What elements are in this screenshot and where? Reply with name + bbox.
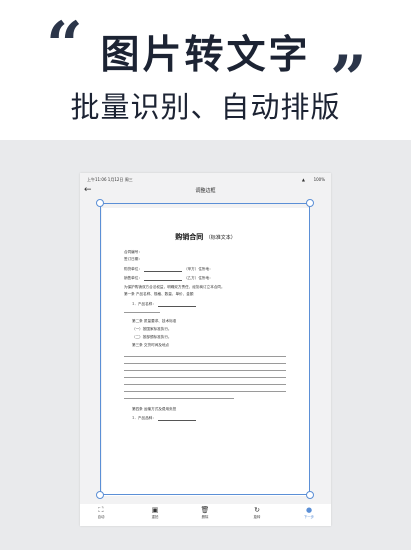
status-time: 上午11:06 1月12日 周三 [87,177,133,182]
tablet-screen: 上午11:06 1月12日 周三 ▲ 100% ← 调整边框 购销合同 （标准文… [80,173,331,526]
rotate-icon: ↻ [254,506,260,514]
crop-handle-bottom-left[interactable] [96,491,104,499]
bottom-toolbar: ⛶ 自动 ▣ 重拍 🗑 删除 ↻ 旋转 ● 下一步 [80,504,331,526]
auto-label: 自动 [97,515,105,519]
promo-banner: “ 图片转文字 ” 批量识别、自动排版 [0,0,411,140]
next-button[interactable]: ● 下一步 [294,506,324,520]
delete-button[interactable]: 🗑 删除 [190,506,220,520]
retake-button[interactable]: ▣ 重拍 [140,506,170,520]
camera-icon: ▣ [151,506,159,514]
nav-bar: ← 调整边框 [80,184,331,200]
retake-label: 重拍 [151,515,159,519]
rotate-label: 旋转 [253,515,261,519]
crop-border[interactable] [100,203,310,495]
trash-icon: 🗑 [200,506,210,514]
wifi-icon: ▲ [301,177,305,182]
next-dot-icon: ● [305,506,313,514]
battery-level: 100% [313,177,325,182]
delete-label: 删除 [201,515,209,519]
crop-handle-top-right[interactable] [306,199,314,207]
device-backdrop: 上午11:06 1月12日 周三 ▲ 100% ← 调整边框 购销合同 （标准文… [0,140,411,550]
promo-subtitle: 批量识别、自动排版 [70,90,341,124]
page-title: 调整边框 [195,188,216,194]
auto-button[interactable]: ⛶ 自动 [86,506,116,520]
rotate-button[interactable]: ↻ 旋转 [242,506,272,520]
auto-crop-icon: ⛶ [98,506,104,514]
crop-handle-top-left[interactable] [96,199,104,207]
next-label: 下一步 [303,515,315,519]
crop-handle-bottom-right[interactable] [306,491,314,499]
